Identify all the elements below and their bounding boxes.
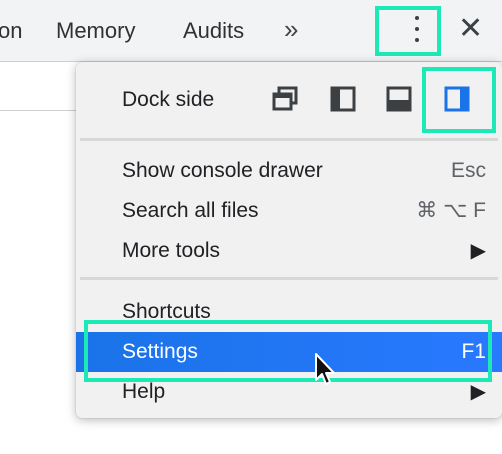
shortcut-esc: Esc [450, 159, 486, 182]
submenu-arrow-icon: ▶ [470, 381, 486, 403]
dock-right-highlight [422, 67, 496, 133]
shortcut-search-all-files: ⌘ ⌥ F [416, 199, 486, 222]
submenu-arrow-icon: ▶ [470, 240, 486, 262]
tab-audits[interactable]: Audits [183, 17, 244, 45]
settings-highlight [84, 320, 492, 382]
mouse-pointer-icon [315, 353, 335, 385]
menu-item-more-tools[interactable]: More tools [122, 237, 220, 265]
dock-left-icon[interactable] [330, 86, 356, 112]
dock-side-label: Dock side [122, 88, 215, 111]
panel-divider [0, 110, 78, 111]
menu-separator [80, 138, 498, 141]
vertical-ellipsis-icon[interactable] [415, 16, 419, 46]
close-button[interactable]: ✕ [458, 14, 483, 44]
tab-partial[interactable]: on [0, 17, 22, 45]
dock-bottom-icon[interactable] [386, 86, 412, 112]
menu-item-help[interactable]: Help [122, 378, 165, 406]
devtools-tab-bar: on Memory Audits » ✕ [0, 0, 502, 62]
undock-icon[interactable] [272, 86, 298, 112]
menu-item-search-all-files[interactable]: Search all files [122, 197, 259, 225]
menu-separator [80, 277, 498, 280]
more-tabs-button[interactable]: » [284, 14, 299, 45]
menu-button-highlight [375, 6, 441, 56]
menu-item-show-console-drawer[interactable]: Show console drawer [122, 157, 323, 185]
tab-memory[interactable]: Memory [56, 17, 135, 45]
